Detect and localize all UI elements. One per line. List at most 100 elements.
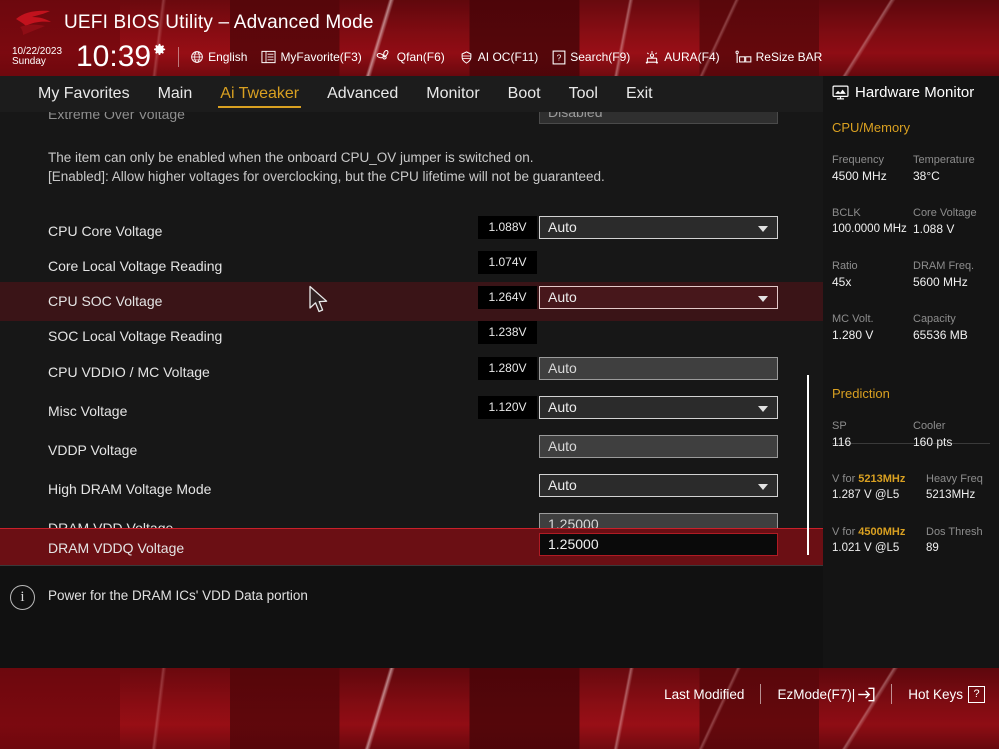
bios-screen: UEFI BIOS Utility – Advanced Mode 10/22/… [0,0,999,749]
header-item-label: AURA(F4) [664,50,720,64]
header-item-label: ReSize BAR [755,50,823,64]
scrollbar-thumb[interactable] [807,375,809,555]
ezmode-button[interactable]: EzMode(F7)| [777,687,875,702]
svg-text:?: ? [557,53,562,62]
tab-my-favorites[interactable]: My Favorites [24,76,144,112]
setting-value[interactable]: Disabled [539,112,778,124]
setting-label: CPU Core Voltage [48,223,163,239]
pred-cooler: Cooler 160 pts [913,420,953,449]
setting-row-misc-voltage[interactable]: Misc Voltage 1.120V Auto [0,392,823,431]
chevron-down-icon [758,406,768,412]
help-text: Power for the DRAM ICs' VDD Data portion [48,588,308,603]
nav-tabs: My Favorites Main Ai Tweaker Advanced Mo… [0,76,823,112]
header-item-label: Qfan(F6) [396,50,445,64]
setting-value: 1.25000 [548,536,599,552]
hm-temperature: Temperature 38°C [913,154,975,183]
page-title: UEFI BIOS Utility – Advanced Mode [64,12,374,33]
question-box-icon: ? [552,50,566,65]
clock-value: 10:39 [76,40,152,73]
chevron-down-icon [758,226,768,232]
setting-value: Auto [548,438,577,454]
footer-bar: Last Modified EzMode(F7)| Hot Keys ? Ver… [0,668,999,749]
tab-monitor[interactable]: Monitor [412,76,493,112]
setting-row-core-local-voltage-reading: Core Local Voltage Reading 1.074V [0,247,823,286]
tab-exit[interactable]: Exit [612,76,667,112]
pred-v-for-dos: V for 4500MHz 1.021 V @L5 [832,526,906,554]
settings-list: Extreme Over Voltage Disabled The item c… [0,112,823,565]
setting-label: High DRAM Voltage Mode [48,481,212,497]
tab-tool[interactable]: Tool [555,76,612,112]
tab-main[interactable]: Main [144,76,207,112]
setting-input[interactable]: Auto [539,357,778,380]
header-item-label: English [208,50,248,64]
help-divider [0,565,823,566]
setting-row-cpu-soc-voltage[interactable]: CPU SOC Voltage 1.264V Auto [0,282,823,321]
setting-row-cpu-core-voltage[interactable]: CPU Core Voltage 1.088V Auto [0,212,823,251]
setting-dropdown[interactable]: Auto [539,396,778,419]
setting-dropdown[interactable]: Auto [539,286,778,309]
header-item-english[interactable]: English [190,50,247,64]
hardware-monitor-header: Hardware Monitor [832,84,974,101]
monitor-value: 1.074V [478,251,537,274]
setting-dropdown[interactable]: Auto [539,216,778,239]
header-item-myfavorite[interactable]: MyFavorite(F3) [261,50,362,64]
setting-value: Auto [548,477,577,493]
hot-keys-button[interactable]: Hot Keys ? [908,685,985,703]
rog-eye-logo [16,10,51,35]
header-item-search[interactable]: ? Search(F9) [552,50,630,65]
header-item-aioc[interactable]: AI OC(F11) [459,50,538,65]
footer-divider [891,684,893,704]
scrollbar[interactable] [805,120,811,561]
pred-v-for-heavy: V for 5213MHz 1.287 V @L5 [832,473,906,501]
hardware-monitor-panel: Hardware Monitor CPU/Memory Frequency 450… [823,76,999,668]
hm-frequency: Frequency 4500 MHz [832,154,887,183]
fan-icon [376,50,393,64]
header-bar: UEFI BIOS Utility – Advanced Mode 10/22/… [0,0,999,76]
setting-dropdown[interactable]: Auto [539,474,778,497]
setting-row-extreme-over-voltage[interactable]: Extreme Over Voltage Disabled [0,112,823,130]
hot-keys-label: Hot Keys [908,686,963,702]
hot-keys-badge: ? [968,685,985,703]
tab-advanced[interactable]: Advanced [313,76,412,112]
setting-label: Core Local Voltage Reading [48,258,223,274]
chevron-down-icon [758,484,768,490]
aura-icon [644,50,660,65]
header-divider [178,47,180,67]
header-item-resize-bar[interactable]: ReSize BAR [734,50,823,65]
date-display: 10/22/2023 Sunday [12,46,74,68]
pred-sp: SP 116 [832,420,852,449]
setting-value: Auto [548,399,577,415]
title-row: UEFI BIOS Utility – Advanced Mode [0,6,374,40]
resize-icon [734,50,752,65]
info-icon: i [10,585,35,610]
setting-label: CPU VDDIO / MC Voltage [48,364,210,380]
last-modified-button[interactable]: Last Modified [664,687,744,702]
tab-ai-tweaker[interactable]: Ai Tweaker [206,76,313,112]
setting-row-dram-vddq-voltage[interactable]: DRAM VDDQ Voltage 1.25000 [0,528,823,565]
header-item-aura[interactable]: AURA(F4) [644,50,720,65]
setting-value: Auto [548,219,577,235]
gear-icon[interactable] [152,42,167,57]
tab-boot[interactable]: Boot [494,76,555,112]
setting-label: Extreme Over Voltage [48,112,185,122]
header-item-qfan[interactable]: Qfan(F6) [376,50,445,64]
header-item-label: Search(F9) [570,50,631,64]
hardware-monitor-title: Hardware Monitor [855,84,975,101]
monitor-value: 1.120V [478,396,537,419]
setting-value: Auto [548,289,577,305]
setting-input[interactable]: Auto [539,435,778,458]
monitor-value: 1.264V [478,286,537,309]
setting-label: Misc Voltage [48,403,128,419]
setting-row-cpu-vddio-mc-voltage[interactable]: CPU VDDIO / MC Voltage 1.280V Auto [0,353,823,392]
chevron-down-icon [758,296,768,302]
monitor-value: 1.088V [478,216,537,239]
monitor-value: 1.238V [478,321,537,344]
pred-label: V for 4500MHz [832,526,906,538]
setting-label: SOC Local Voltage Reading [48,328,223,344]
setting-input[interactable]: 1.25000 [539,533,778,556]
setting-row-high-dram-voltage-mode[interactable]: High DRAM Voltage Mode Auto [0,470,823,509]
setting-description: The item can only be enabled when the on… [48,150,605,184]
hm-mc-volt: MC Volt. 1.280 V [832,313,874,342]
setting-row-vddp-voltage[interactable]: VDDP Voltage Auto [0,431,823,470]
setting-value: Auto [548,360,577,376]
